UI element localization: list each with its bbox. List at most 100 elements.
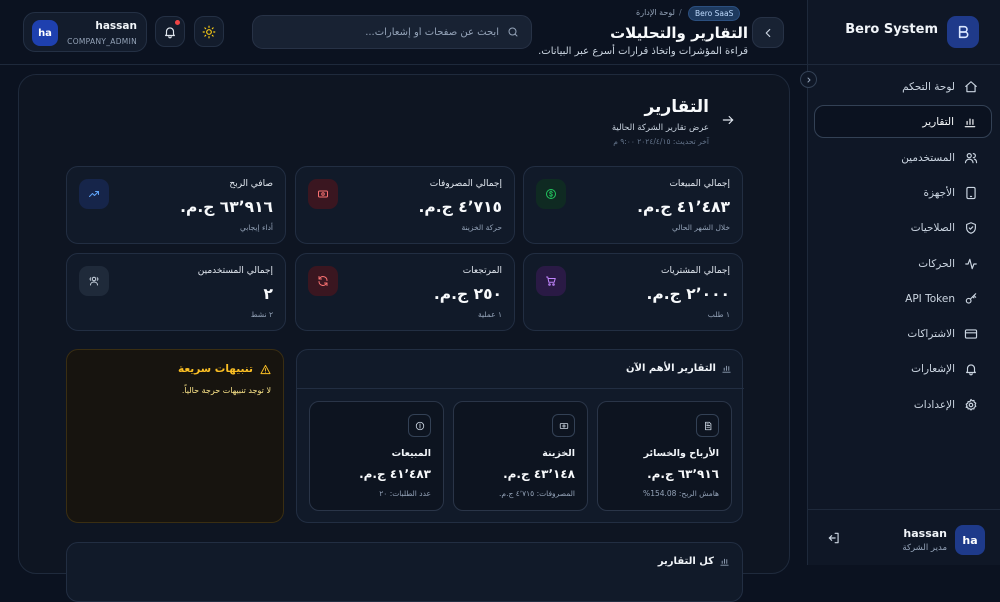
report-card-sales[interactable]: المبيعات ٤١٬٤٨٣ ج.م. عدد الطلبات: ٢٠ [309, 401, 444, 511]
b-logo-icon[interactable] [947, 16, 979, 48]
trending-up-icon [89, 191, 99, 197]
avatar[interactable]: ha [955, 525, 985, 555]
sidebar-item-label: الإعدادات [913, 398, 955, 411]
key-icon [965, 292, 977, 304]
stat-icon-box [79, 179, 109, 209]
theme-toggle-button[interactable] [194, 16, 224, 47]
stat-hint: خلال الشهر الحالي [671, 223, 730, 232]
sidebar-item-permissions[interactable]: الصلاحيات [814, 211, 992, 244]
top-reports-title: التقارير الأهم الآن [626, 363, 716, 374]
top-header: ha hassan COMPANY_ADMIN Bero SaaS / لوحة… [0, 0, 807, 65]
bar-chart-icon [964, 118, 976, 127]
report-hint: عدد الطلبات: ٢٠ [379, 489, 431, 498]
stat-icon-box [79, 266, 109, 296]
reports-panel: التقارير عرض تقارير الشركة الحالية آخر ت… [18, 74, 790, 602]
sidebar-item-notifications[interactable]: الإشعارات [814, 352, 992, 385]
search-bar [252, 15, 532, 49]
sidebar-item-settings[interactable]: الإعدادات [814, 388, 992, 421]
sidebar-item-transactions[interactable]: الحركات [814, 247, 992, 280]
sidebar-item-label: لوحة التحكم [902, 80, 955, 93]
report-card-profit-loss[interactable]: الأرباح والخسائر ٦٣٬٩١٦ ج.م. هامش الربح:… [597, 401, 732, 511]
stat-icon-box [536, 266, 566, 296]
stat-hint: ١ طلب [707, 310, 730, 319]
stat-value: ٢٬٠٠٠ ج.م. [646, 285, 730, 303]
shield-icon [966, 221, 976, 234]
back-button[interactable] [752, 17, 784, 48]
stat-card-returns[interactable]: المرتجعات ٢٥٠ ج.م. ١ عملية [295, 253, 515, 331]
sidebar-item-label: الإشعارات [911, 362, 955, 375]
logout-button[interactable] [827, 531, 841, 545]
stat-value: ٦٣٬٩١٦ ج.م. [180, 198, 273, 216]
sidebar-item-subscriptions[interactable]: الاشتراكات [814, 317, 992, 350]
page-title: التقارير والتحليلات [610, 24, 748, 42]
search-input[interactable] [269, 26, 499, 38]
refresh-icon [318, 276, 328, 286]
all-reports-title: كل التقارير [657, 556, 714, 567]
report-name: الخزينة [542, 448, 575, 459]
stat-value: ٢٥٠ ج.م. [433, 285, 502, 303]
stat-card-net-profit[interactable]: صافي الربح ٦٣٬٩١٦ ج.م. أداء إيجابي [66, 166, 286, 244]
breadcrumb-badge[interactable]: Bero SaaS [688, 6, 741, 21]
sidebar-user-role: مدير الشركة [902, 543, 947, 553]
stat-hint: ١ عملية [478, 310, 502, 319]
sidebar: Bero System لوحة التحكم التقارير المستخد… [800, 0, 1000, 565]
report-name: الأرباح والخسائر [643, 448, 719, 459]
user-menu[interactable]: ha hassan COMPANY_ADMIN [23, 12, 147, 52]
stat-icon-box [308, 266, 338, 296]
stat-value: ٤١٬٤٨٣ ج.م. [637, 198, 730, 216]
stat-hint: ٢ نشط [250, 310, 273, 319]
stat-label: إجمالي المشتريات [661, 266, 730, 276]
chevron-right-icon [807, 77, 810, 82]
stat-card-expenses[interactable]: إجمالي المصروفات ٤٬٧١٥ ج.م. حركة الخزينة [295, 166, 515, 244]
stat-card-users[interactable]: إجمالي المستخدمين ٢ ٢ نشط [66, 253, 286, 331]
breadcrumb-separator: / [679, 8, 682, 17]
arrow-right-icon [722, 115, 734, 125]
sidebar-item-users[interactable]: المستخدمين [814, 141, 992, 174]
report-card-treasury[interactable]: الخزينة ٤٣٬١٤٨ ج.م. المصروفات: ٤٬٧١٥ ج.م… [453, 401, 588, 511]
reports-subtitle: عرض تقارير الشركة الحالية [611, 123, 709, 133]
sidebar-item-reports[interactable]: التقارير [814, 105, 992, 138]
bell-icon [966, 363, 976, 375]
sidebar-user-name: hassan [903, 527, 947, 540]
top-reports: التقارير الأهم الآن الأرباح والخسائر ٦٣٬… [296, 349, 744, 523]
breadcrumb-page[interactable]: لوحة الإدارة [636, 8, 675, 17]
notification-dot [175, 20, 180, 25]
stat-card-sales[interactable]: إجمالي المبيعات ٤١٬٤٨٣ ج.م. خلال الشهر ا… [523, 166, 743, 244]
notifications-button[interactable] [155, 16, 185, 47]
report-hint: المصروفات: ٤٬٧١٥ ج.م. [499, 489, 575, 498]
last-updated: آخر تحديث: ٢٠٢٤/٤/١٥ ٩:٠٠ م [613, 137, 709, 146]
banknote-icon [552, 414, 575, 437]
back-arrow-button[interactable] [721, 113, 735, 127]
sidebar-item-devices[interactable]: الأجهزة [814, 176, 992, 209]
sidebar-item-label: الأجهزة [923, 186, 955, 199]
home-icon [965, 80, 977, 92]
sidebar-item-label: المستخدمين [901, 151, 955, 164]
dollar-icon [546, 189, 556, 199]
sidebar-item-label: الصلاحيات [910, 221, 955, 234]
credit-card-icon [964, 328, 978, 339]
cart-icon [546, 276, 556, 286]
banknote-icon [318, 190, 328, 198]
sun-icon [202, 25, 216, 38]
sidebar-item-label: API Token [905, 292, 955, 305]
brand-name: Bero System [845, 22, 938, 37]
chevron-left-icon [765, 28, 771, 37]
stat-card-purchases[interactable]: إجمالي المشتريات ٢٬٠٠٠ ج.م. ١ طلب [523, 253, 743, 331]
search-icon [508, 27, 518, 37]
sidebar-item-label: الاشتراكات [907, 327, 955, 340]
report-value: ٦٣٬٩١٦ ج.م. [647, 467, 719, 481]
sidebar-item-api-token[interactable]: API Token [814, 282, 992, 315]
stat-icon-box [308, 179, 338, 209]
stat-value: ٤٬٧١٥ ج.م. [418, 198, 502, 216]
stat-label: إجمالي المصروفات [429, 179, 502, 189]
sidebar-item-label: الحركات [918, 257, 955, 270]
sidebar-item-dashboard[interactable]: لوحة التحكم [814, 70, 992, 103]
logout-icon [828, 532, 839, 544]
top-reports-header: التقارير الأهم الآن [297, 350, 744, 389]
reports-title: التقارير [644, 97, 709, 117]
stat-value: ٢ [263, 285, 273, 303]
user-name: hassan [95, 20, 137, 32]
sidebar-item-label: التقارير [922, 115, 954, 128]
brand: Bero System [808, 0, 1000, 65]
coin-icon [408, 414, 431, 437]
